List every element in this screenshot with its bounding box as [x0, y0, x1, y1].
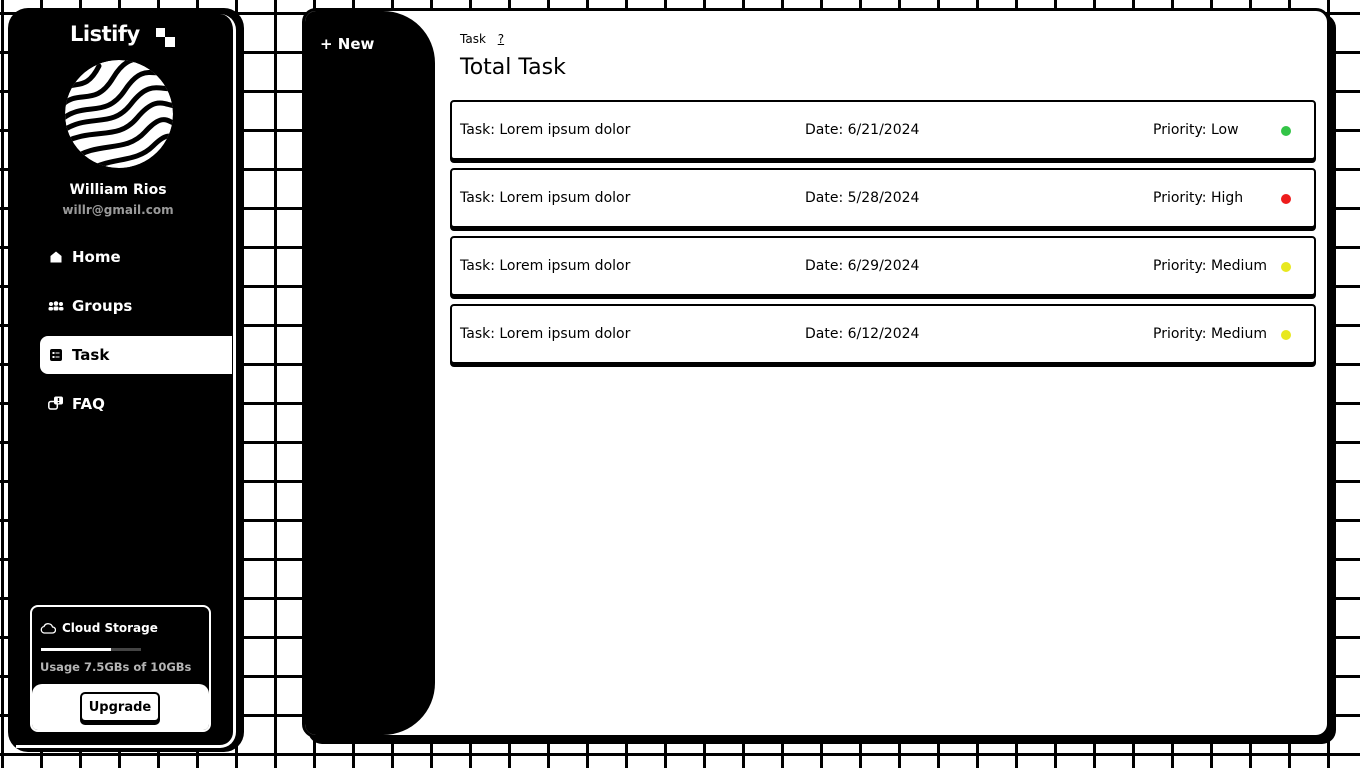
avatar [65, 60, 173, 168]
main-panel: + New Task ? Total Task Task: Lorem ipsu… [302, 8, 1330, 738]
task-priority: Priority: Low [1153, 122, 1239, 138]
sidebar-item-label: Groups [72, 297, 133, 315]
cloud-storage-card: Cloud Storage Usage 7.5GBs of 10GBs Upgr… [30, 605, 211, 732]
task-row[interactable]: Task: Lorem ipsum dolor Date: 5/28/2024 … [450, 168, 1316, 228]
sidebar-item-label: FAQ [72, 395, 105, 413]
priority-dot-icon [1281, 330, 1291, 340]
storage-title-text: Cloud Storage [62, 621, 158, 635]
storage-usage: Usage 7.5GBs of 10GBs [40, 660, 192, 674]
sidebar-item-label: Home [72, 248, 121, 266]
task-row[interactable]: Task: Lorem ipsum dolor Date: 6/29/2024 … [450, 236, 1316, 296]
brand-logo-text: Listify [70, 22, 140, 46]
action-column: + New [305, 11, 435, 735]
task-row[interactable]: Task: Lorem ipsum dolor Date: 6/21/2024 … [450, 100, 1316, 160]
upgrade-button[interactable]: Upgrade [80, 692, 160, 722]
sidebar-item-home[interactable]: Home [40, 238, 232, 276]
storage-progress-fill [41, 648, 111, 651]
groups-icon [48, 298, 64, 314]
task-name: Task: Lorem ipsum dolor [460, 326, 631, 342]
new-task-button[interactable]: + New [320, 35, 374, 53]
sidebar-item-groups[interactable]: Groups [40, 287, 232, 325]
sidebar: Listify William Rios willr@gmail.com Hom… [8, 8, 244, 752]
page-title: Total Task [460, 55, 566, 80]
sidebar-item-faq[interactable]: FAQ [40, 385, 232, 423]
sidebar-nav: Home Groups Task FAQ [40, 238, 232, 434]
brand-mark-icon [156, 28, 176, 48]
task-date: Date: 6/12/2024 [805, 326, 920, 342]
storage-title: Cloud Storage [40, 621, 158, 635]
task-name: Task: Lorem ipsum dolor [460, 258, 631, 274]
task-name: Task: Lorem ipsum dolor [460, 190, 631, 206]
faq-icon [48, 396, 64, 412]
task-icon [48, 347, 64, 363]
priority-dot-icon [1281, 126, 1291, 136]
cloud-icon [40, 622, 57, 634]
task-priority: Priority: High [1153, 190, 1244, 206]
user-email: willr@gmail.com [62, 203, 174, 217]
task-date: Date: 6/21/2024 [805, 122, 920, 138]
task-date: Date: 6/29/2024 [805, 258, 920, 274]
task-name: Task: Lorem ipsum dolor [460, 122, 631, 138]
priority-dot-icon [1281, 262, 1291, 272]
sidebar-item-label: Task [72, 346, 110, 364]
breadcrumb-item[interactable]: Task [460, 32, 486, 46]
priority-dot-icon [1281, 194, 1291, 204]
task-priority: Priority: Medium [1153, 258, 1267, 274]
task-list: Task: Lorem ipsum dolor Date: 6/21/2024 … [450, 100, 1316, 372]
storage-progress-bar [41, 648, 141, 651]
task-row[interactable]: Task: Lorem ipsum dolor Date: 6/12/2024 … [450, 304, 1316, 364]
task-date: Date: 5/28/2024 [805, 190, 920, 206]
user-name: William Rios [69, 182, 167, 198]
task-priority: Priority: Medium [1153, 326, 1267, 342]
help-link[interactable]: ? [498, 32, 504, 46]
sidebar-item-task[interactable]: Task [40, 336, 232, 374]
home-icon [48, 249, 64, 265]
breadcrumb: Task ? [460, 32, 504, 46]
